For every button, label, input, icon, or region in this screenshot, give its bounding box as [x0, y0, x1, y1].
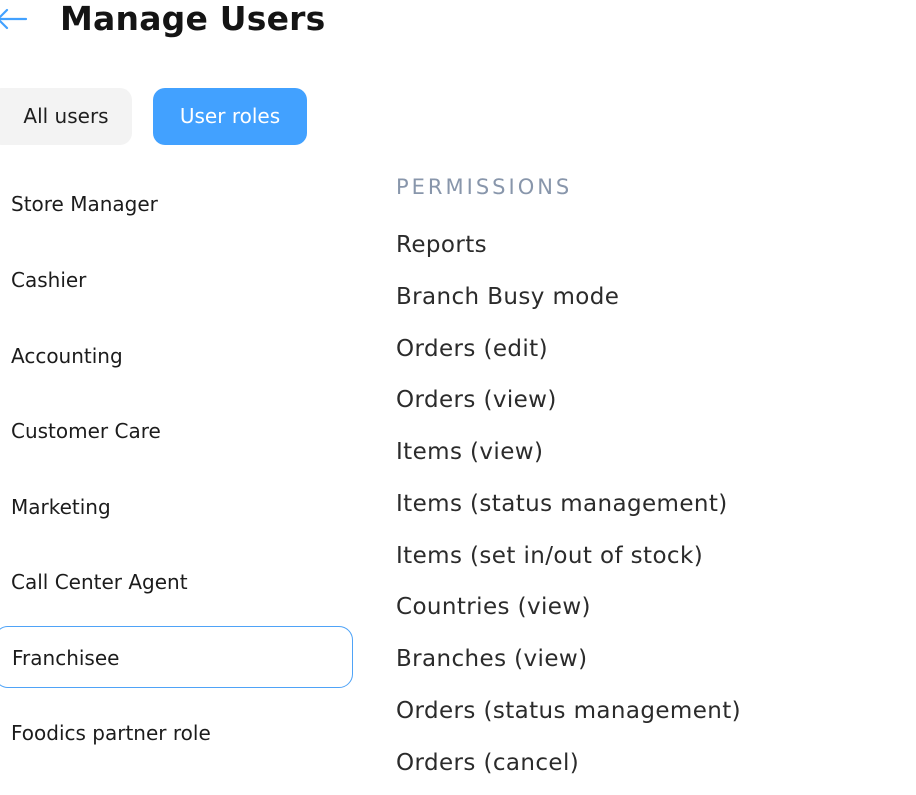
permission-item: Branches (view)	[396, 646, 588, 672]
role-item-customer-care[interactable]: Customer Care	[0, 400, 353, 462]
permission-item: Orders (status management)	[396, 698, 742, 724]
role-item-marketing[interactable]: Marketing	[0, 476, 353, 538]
role-item-cashier[interactable]: Cashier	[0, 249, 353, 311]
role-item-accounting[interactable]: Accounting	[0, 325, 353, 387]
permission-item: Orders (edit)	[396, 336, 548, 362]
permission-item: Items (status management)	[396, 491, 728, 517]
permissions-heading: PERMISSIONS	[396, 175, 573, 199]
role-item-store-manager[interactable]: Store Manager	[0, 173, 353, 235]
tab-user-roles[interactable]: User roles	[153, 88, 307, 145]
role-item-foodics-partner-role[interactable]: Foodics partner role	[0, 702, 353, 764]
back-arrow-icon[interactable]	[0, 4, 30, 34]
permission-item: Orders (cancel)	[396, 750, 580, 776]
role-item-franchisee[interactable]: Franchisee	[0, 626, 353, 688]
page-title: Manage Users	[60, 0, 326, 38]
role-item-call-center-agent[interactable]: Call Center Agent	[0, 551, 353, 613]
permission-item: Countries (view)	[396, 594, 591, 620]
permission-item: Branch Busy mode	[396, 284, 620, 310]
permission-item: Reports	[396, 232, 488, 258]
permission-item: Orders (view)	[396, 387, 557, 413]
tab-all-users[interactable]: All users	[0, 88, 132, 145]
permission-item: Items (view)	[396, 439, 544, 465]
permission-item: Items (set in/out of stock)	[396, 543, 704, 569]
